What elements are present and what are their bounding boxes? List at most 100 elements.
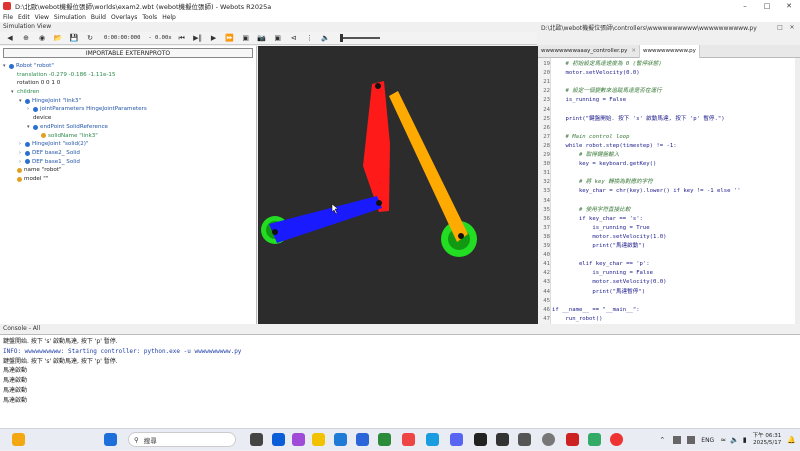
scene-tree-node[interactable]: rotation 0 0 1 0	[3, 79, 256, 88]
code-line[interactable]: while robot.step(timestep) != -1:	[552, 142, 676, 151]
code-line[interactable]: is_running = False	[552, 269, 653, 278]
editor-scrollbar[interactable]	[795, 58, 800, 324]
app-icon-11[interactable]	[474, 433, 487, 446]
app-icon-5[interactable]	[334, 433, 347, 446]
app-icon-16[interactable]	[588, 433, 601, 446]
scene-tree-node[interactable]: › DEF base1_ Solid	[3, 158, 256, 167]
scene-tree-node[interactable]: device	[3, 114, 256, 123]
view-icon[interactable]: ◉	[36, 33, 48, 43]
code-line[interactable]: is_running = False	[552, 96, 626, 105]
tray-icon-a[interactable]	[673, 436, 682, 444]
console-output[interactable]: 鍵盤開始. 按下 's' 啟動馬達, 按下 'p' 暫停. INFO: wwwww…	[0, 334, 800, 428]
copilot-icon[interactable]	[272, 433, 285, 446]
code-line[interactable]: print("馬達啟動")	[552, 242, 645, 251]
play-icon[interactable]: ▶	[208, 33, 220, 43]
tab-close-icon[interactable]: ✕	[631, 45, 636, 58]
code-editor[interactable]: 19 # 初始設定馬達速度為 0 (暫停狀態) 20 motor.setVeloc…	[538, 58, 800, 324]
code-line[interactable]: # Main control loop	[552, 133, 629, 142]
app-icon-7[interactable]	[378, 433, 391, 446]
notification-icon[interactable]: 🔔	[787, 436, 796, 444]
code-line[interactable]: # 設定一個變數來追蹤馬達是否在運行	[552, 87, 661, 96]
wifi-icon[interactable]: ≈	[720, 436, 726, 444]
importable-externproto-button[interactable]: IMPORTABLE EXTERNPROTO	[3, 48, 253, 58]
scene-tree-node[interactable]: translation -0.279 -0.186 -1.11e-15	[3, 71, 256, 80]
scene-tree-node[interactable]: model ""	[3, 175, 256, 184]
3d-viewport[interactable]	[258, 46, 538, 324]
code-line[interactable]: # 將 key 轉換為對應的字符	[552, 178, 653, 187]
app-icon-13[interactable]	[518, 433, 531, 446]
speaker-icon[interactable]: 🔈	[730, 436, 739, 444]
task-view-icon[interactable]	[250, 433, 263, 446]
code-line[interactable]: run_robot()	[552, 315, 602, 324]
code-line[interactable]: # 使用字符直接比較	[552, 206, 631, 215]
menu-view[interactable]: View	[35, 14, 49, 21]
app-icon-14[interactable]	[542, 433, 555, 446]
menu-edit[interactable]: Edit	[18, 14, 30, 21]
tray-chevron-icon[interactable]: ⌃	[659, 436, 665, 444]
scene-tree-node[interactable]: ▾ Robot "robot"	[3, 62, 256, 71]
editor-float-icon[interactable]: □	[776, 23, 784, 31]
menu-simulation[interactable]: Simulation	[54, 14, 86, 21]
code-line[interactable]: if key_char == 's':	[552, 215, 643, 224]
scene-tree-node[interactable]: › DEF base2_ Solid	[3, 149, 256, 158]
discord-icon[interactable]	[450, 433, 463, 446]
screenshot-icon[interactable]: 📷	[256, 33, 268, 43]
menu-file[interactable]: File	[3, 14, 13, 21]
code-line[interactable]: elif key_char == 'p':	[552, 260, 650, 269]
clock[interactable]: 下午 06:31 2025/5/17	[753, 433, 782, 447]
taskbar-search[interactable]: ⚲ 搜尋	[128, 432, 236, 447]
tab-wwwwwwwwww-py[interactable]: wwwwwwwwww.py	[639, 45, 700, 58]
menu-help[interactable]: Help	[162, 14, 176, 21]
more-icon[interactable]: ⋮	[304, 33, 316, 43]
code-line[interactable]: key = keyboard.getKey()	[552, 160, 656, 169]
scene-tree-node[interactable]: › HingeJoint "solid(2)"	[3, 140, 256, 149]
scene-tree-node[interactable]: ▾ HingeJoint "link3"	[3, 97, 256, 106]
code-line[interactable]: motor.setVelocity(0.0)	[552, 69, 639, 78]
code-line[interactable]: key_char = chr(key).lower() if key != -1…	[552, 187, 741, 196]
share-icon[interactable]: ⊲	[288, 33, 300, 43]
menu-build[interactable]: Build	[91, 14, 106, 21]
add-node-icon[interactable]: ⊕	[20, 33, 32, 43]
scene-tree-node[interactable]: › jointParameters HingeJointParameters	[3, 105, 256, 114]
app-icon-17[interactable]	[610, 433, 623, 446]
app-icon-12[interactable]	[496, 433, 509, 446]
code-line[interactable]: # 取得鍵盤輸入	[552, 151, 619, 160]
save-world-icon[interactable]: 💾	[68, 33, 80, 43]
volume-slider[interactable]	[339, 34, 380, 42]
app-icon-3[interactable]	[292, 433, 305, 446]
menu-tools[interactable]: Tools	[142, 14, 157, 21]
widgets-icon[interactable]	[12, 433, 25, 446]
volume-icon[interactable]: 🔈	[320, 33, 332, 43]
language-indicator[interactable]: ENG	[701, 437, 714, 444]
code-line[interactable]: print("鍵盤開始. 按下 's' 啟動馬達, 按下 'p' 暫停.")	[552, 115, 724, 124]
code-line[interactable]: if __name__ == "__main__":	[552, 306, 640, 315]
code-line[interactable]: motor.setVelocity(1.0)	[552, 233, 666, 242]
scene-tree-node[interactable]: name "robot"	[3, 166, 256, 175]
toggle-scene-tree-icon[interactable]: ◀	[4, 33, 16, 43]
render-toggle-icon[interactable]: ▣	[240, 33, 252, 43]
scene-tree-node[interactable]: solidName "link3"	[3, 132, 256, 141]
record-movie-icon[interactable]: ▣	[272, 33, 284, 43]
open-world-icon[interactable]: 📂	[52, 33, 64, 43]
reload-world-icon[interactable]: ↻	[84, 33, 96, 43]
code-line[interactable]: is_running = True	[552, 224, 649, 233]
editor-close-icon[interactable]: ✕	[788, 23, 796, 31]
webots-taskbar-icon[interactable]	[566, 433, 579, 446]
fast-forward-icon[interactable]: ⏩	[224, 33, 236, 43]
menu-overlays[interactable]: Overlays	[111, 14, 137, 21]
code-line[interactable]: # 初始設定馬達速度為 0 (暫停狀態)	[552, 60, 661, 69]
tray-icon-b[interactable]	[687, 436, 696, 444]
file-explorer-icon[interactable]	[312, 433, 325, 446]
scene-tree-node[interactable]: ▾ children	[3, 88, 256, 97]
step-icon[interactable]: ▶‖	[192, 33, 204, 43]
chrome-icon[interactable]	[402, 433, 415, 446]
maximize-icon[interactable]: □	[756, 0, 778, 12]
battery-icon[interactable]: ▮	[743, 436, 747, 444]
reset-simulation-icon[interactable]: ⏮	[176, 33, 188, 43]
edge-icon[interactable]	[426, 433, 439, 446]
scene-tree-node[interactable]: ▾ endPoint SolidReference	[3, 123, 256, 132]
code-line[interactable]: print("馬達暫停")	[552, 288, 645, 297]
dropbox-icon[interactable]	[356, 433, 369, 446]
minimize-icon[interactable]: –	[734, 0, 756, 12]
close-icon[interactable]: ✕	[778, 0, 800, 12]
